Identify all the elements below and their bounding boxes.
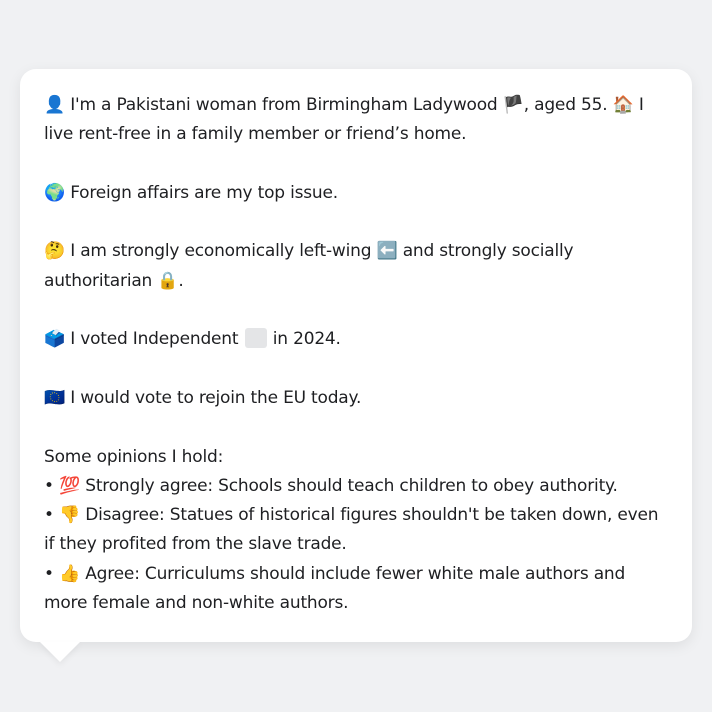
lock-icon: 🔒 [157,270,179,291]
intro-paragraph: 👤 I'm a Pakistani woman from Birmingham … [44,91,672,150]
left-arrow-icon: ⬅️ [376,241,398,262]
person-icon: 👤 [44,95,65,115]
opinion-text: Strongly agree: Schools should teach chi… [85,475,618,496]
eu-paragraph: 🇪🇺 I would vote to rejoin the EU today. [44,384,672,413]
vote-text-2: in 2024. [272,329,341,350]
eu-text: I would vote to rejoin the EU today. [70,387,362,408]
vote-text-1: I voted Independent [70,329,239,350]
thumbs-up-icon: 👍 [59,563,81,584]
opinion-item: • 👍 Agree: Curriculums should include fe… [44,560,672,619]
opinion-text: Agree: Curriculums should include fewer … [44,563,626,614]
bullet: • [44,563,54,584]
ideology-text-1: I am strongly economically left-wing [70,241,372,262]
ideology-text-3: . [178,270,184,291]
intro-text-1: I'm a Pakistani woman from Birmingham La… [70,95,498,115]
opinions-section: Some opinions I hold: • 💯 Strongly agree… [44,443,672,619]
home-icon: 🏠 [612,95,634,115]
opinion-text: Disagree: Statues of historical figures … [44,505,659,555]
top-issue-paragraph: 🌍 Foreign affairs are my top issue. [44,179,672,208]
opinion-item: • 💯 Strongly agree: Schools should teach… [44,472,672,501]
globe-icon: 🌍 [44,182,65,203]
england-flag-icon: 🏴 [502,95,524,115]
opinion-item: • 👎 Disagree: Statues of historical figu… [44,501,672,560]
bullet: • [44,505,54,526]
top-issue-text: Foreign affairs are my top issue. [70,182,338,203]
eu-flag-icon: 🇪🇺 [44,387,65,408]
speech-bubble-tail [40,642,80,662]
vote-paragraph: 🗳️ I voted Independent in 2024. [44,325,672,354]
bullet: • [44,475,54,496]
independent-party-color-icon [244,328,267,349]
intro-text-2: , aged 55. [523,95,608,115]
hundred-points-icon: 💯 [59,475,81,496]
ballot-box-icon: 🗳️ [44,329,65,350]
opinions-heading: Some opinions I hold: [44,446,224,467]
message-bubble: 👤 I'm a Pakistani woman from Birmingham … [20,69,692,642]
thumbs-down-icon: 👎 [59,505,81,526]
ideology-paragraph: 🤔 I am strongly economically left-wing ⬅… [44,237,672,296]
thinking-face-icon: 🤔 [44,241,65,262]
